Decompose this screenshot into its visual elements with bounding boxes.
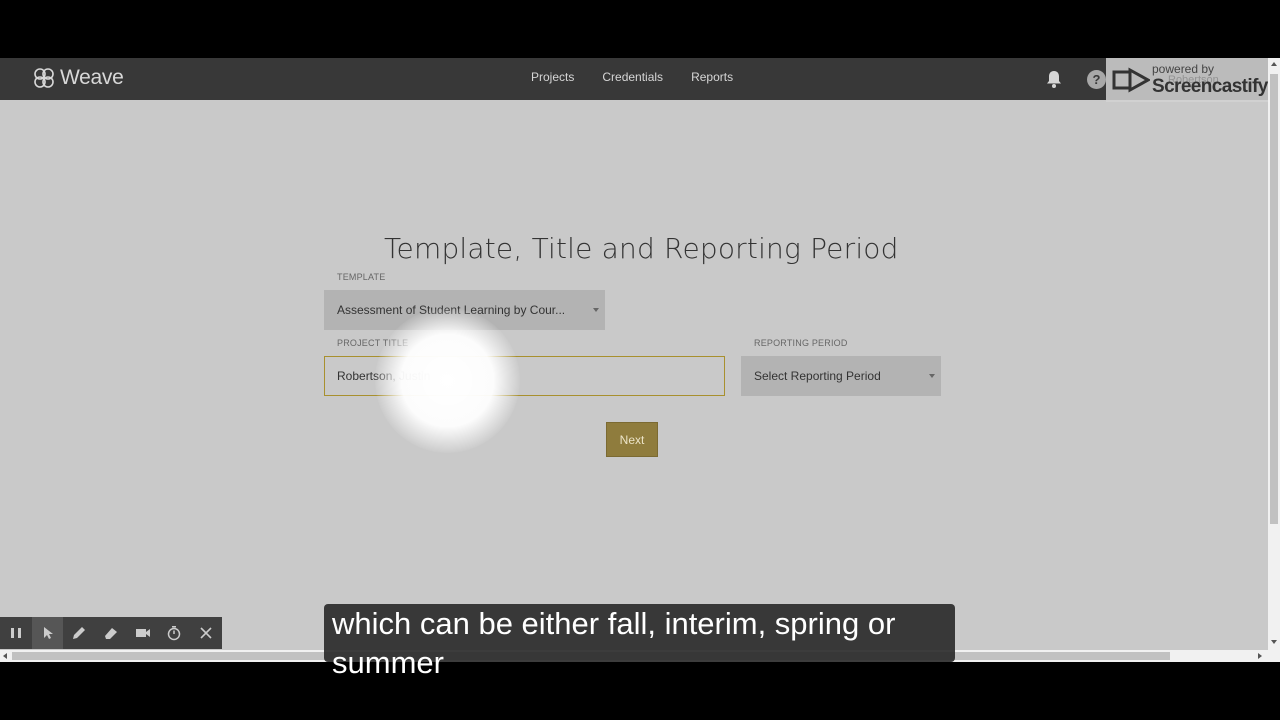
logo-text: Weave bbox=[60, 66, 124, 89]
vertical-scrollbar[interactable] bbox=[1268, 58, 1280, 662]
template-select-value: Assessment of Student Learning by Cour..… bbox=[337, 303, 566, 317]
project-title-label: PROJECT TITLE bbox=[337, 338, 409, 348]
camera-icon bbox=[135, 629, 150, 637]
help-icon[interactable]: ? bbox=[1087, 70, 1106, 89]
reporting-period-select[interactable]: Select Reporting Period bbox=[741, 356, 941, 396]
next-button[interactable]: Next bbox=[606, 422, 658, 457]
template-select[interactable]: Assessment of Student Learning by Cour..… bbox=[324, 290, 605, 330]
powered-by-text: powered by bbox=[1152, 62, 1215, 76]
close-toolbar-button[interactable] bbox=[190, 617, 222, 649]
project-title-input[interactable]: Robertson, Justin bbox=[324, 356, 725, 396]
template-label: TEMPLATE bbox=[337, 272, 386, 282]
weave-logo[interactable]: Weave bbox=[32, 66, 124, 90]
weave-logo-icon bbox=[34, 68, 54, 88]
bell-icon[interactable] bbox=[1045, 69, 1063, 89]
chevron-down-icon bbox=[929, 374, 935, 378]
scroll-down-icon[interactable] bbox=[1271, 640, 1277, 644]
cursor-tool-button[interactable] bbox=[31, 617, 64, 649]
screencastify-watermark: Robertson powered by Screencastify bbox=[1106, 58, 1276, 102]
scroll-left-icon[interactable] bbox=[3, 653, 7, 659]
pen-tool-button[interactable] bbox=[63, 617, 95, 649]
screencastify-brand: Screencastify bbox=[1152, 76, 1268, 97]
main-nav: Projects Credentials Reports bbox=[531, 70, 761, 84]
close-icon bbox=[200, 627, 212, 639]
screencastify-logo-icon bbox=[1112, 67, 1150, 93]
scroll-up-icon[interactable] bbox=[1271, 62, 1277, 66]
vertical-scroll-thumb[interactable] bbox=[1270, 74, 1278, 524]
nav-reports[interactable]: Reports bbox=[691, 70, 733, 84]
timer-icon bbox=[168, 626, 181, 641]
eraser-icon bbox=[105, 628, 118, 639]
recorder-toolbar bbox=[0, 617, 222, 649]
project-title-value: Robertson, Justin bbox=[337, 369, 431, 383]
nav-credentials[interactable]: Credentials bbox=[602, 70, 663, 84]
browser-viewport: Weave Projects Credentials Reports ? Rob… bbox=[0, 58, 1280, 662]
video-caption: which can be either fall, interim, sprin… bbox=[332, 606, 896, 680]
timer-tool-button[interactable] bbox=[159, 617, 191, 649]
chevron-down-icon bbox=[593, 308, 599, 312]
pen-icon bbox=[73, 627, 86, 639]
cursor-icon bbox=[43, 627, 53, 639]
pause-button[interactable] bbox=[0, 617, 32, 649]
page-title: Template, Title and Reporting Period bbox=[384, 232, 899, 265]
top-navbar: Weave Projects Credentials Reports ? Rob… bbox=[0, 58, 1276, 102]
reporting-period-label: REPORTING PERIOD bbox=[754, 338, 848, 348]
video-frame: Weave Projects Credentials Reports ? Rob… bbox=[0, 0, 1280, 720]
pause-icon bbox=[10, 628, 21, 638]
camera-tool-button[interactable] bbox=[127, 617, 159, 649]
reporting-period-value: Select Reporting Period bbox=[754, 369, 881, 383]
nav-projects[interactable]: Projects bbox=[531, 70, 574, 84]
eraser-tool-button[interactable] bbox=[95, 617, 127, 649]
scroll-right-icon[interactable] bbox=[1258, 653, 1262, 659]
